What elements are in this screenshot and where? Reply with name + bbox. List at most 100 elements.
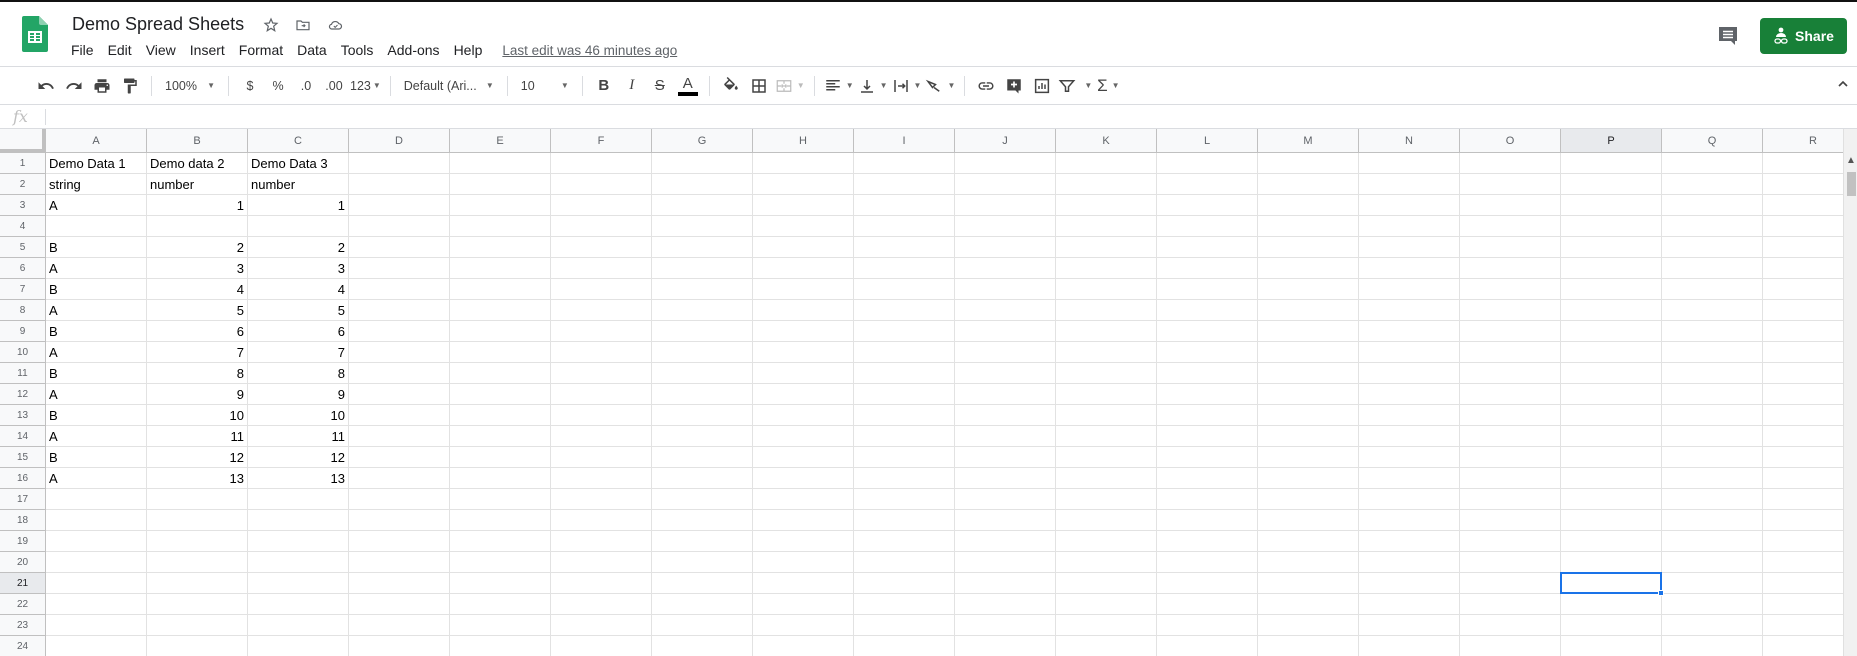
column-header-d[interactable]: D bbox=[349, 129, 450, 153]
cell-n4[interactable] bbox=[1359, 216, 1460, 237]
format-percent-button[interactable]: % bbox=[266, 72, 290, 100]
row-header-2[interactable]: 2 bbox=[0, 174, 46, 195]
cell-h4[interactable] bbox=[753, 216, 854, 237]
cell-q3[interactable] bbox=[1662, 195, 1763, 216]
cell-l15[interactable] bbox=[1157, 447, 1258, 468]
cell-q21[interactable] bbox=[1662, 573, 1763, 594]
cell-o17[interactable] bbox=[1460, 489, 1561, 510]
cell-f3[interactable] bbox=[551, 195, 652, 216]
cell-b23[interactable] bbox=[147, 615, 248, 636]
cell-j16[interactable] bbox=[955, 468, 1056, 489]
cell-c18[interactable] bbox=[248, 510, 349, 531]
row-header-3[interactable]: 3 bbox=[0, 195, 46, 216]
cell-i4[interactable] bbox=[854, 216, 955, 237]
cell-e11[interactable] bbox=[450, 363, 551, 384]
cell-k8[interactable] bbox=[1056, 300, 1157, 321]
cell-n9[interactable] bbox=[1359, 321, 1460, 342]
cell-p15[interactable] bbox=[1561, 447, 1662, 468]
cell-h3[interactable] bbox=[753, 195, 854, 216]
row-header-5[interactable]: 5 bbox=[0, 237, 46, 258]
cell-a16[interactable]: A bbox=[46, 468, 147, 489]
cell-j1[interactable] bbox=[955, 153, 1056, 174]
cell-l4[interactable] bbox=[1157, 216, 1258, 237]
cell-g5[interactable] bbox=[652, 237, 753, 258]
cell-m14[interactable] bbox=[1258, 426, 1359, 447]
cell-m22[interactable] bbox=[1258, 594, 1359, 615]
cell-d23[interactable] bbox=[349, 615, 450, 636]
cell-o21[interactable] bbox=[1460, 573, 1561, 594]
cell-h20[interactable] bbox=[753, 552, 854, 573]
menu-data[interactable]: Data bbox=[290, 40, 334, 60]
cell-i6[interactable] bbox=[854, 258, 955, 279]
row-header-15[interactable]: 15 bbox=[0, 447, 46, 468]
column-header-n[interactable]: N bbox=[1359, 129, 1460, 153]
cell-p5[interactable] bbox=[1561, 237, 1662, 258]
cell-d14[interactable] bbox=[349, 426, 450, 447]
cell-j7[interactable] bbox=[955, 279, 1056, 300]
cell-q6[interactable] bbox=[1662, 258, 1763, 279]
cell-n7[interactable] bbox=[1359, 279, 1460, 300]
cell-i1[interactable] bbox=[854, 153, 955, 174]
cell-o2[interactable] bbox=[1460, 174, 1561, 195]
cell-d24[interactable] bbox=[349, 636, 450, 656]
cell-d2[interactable] bbox=[349, 174, 450, 195]
cell-b15[interactable]: 12 bbox=[147, 447, 248, 468]
cell-g17[interactable] bbox=[652, 489, 753, 510]
cell-n2[interactable] bbox=[1359, 174, 1460, 195]
cell-a8[interactable]: A bbox=[46, 300, 147, 321]
cell-b7[interactable]: 4 bbox=[147, 279, 248, 300]
cell-n10[interactable] bbox=[1359, 342, 1460, 363]
cell-b17[interactable] bbox=[147, 489, 248, 510]
cell-j4[interactable] bbox=[955, 216, 1056, 237]
strikethrough-button[interactable]: S bbox=[648, 72, 672, 100]
cell-a5[interactable]: B bbox=[46, 237, 147, 258]
cell-c14[interactable]: 11 bbox=[248, 426, 349, 447]
column-header-k[interactable]: K bbox=[1056, 129, 1157, 153]
cell-k23[interactable] bbox=[1056, 615, 1157, 636]
cell-n20[interactable] bbox=[1359, 552, 1460, 573]
cell-h16[interactable] bbox=[753, 468, 854, 489]
cell-b4[interactable] bbox=[147, 216, 248, 237]
cell-c23[interactable] bbox=[248, 615, 349, 636]
cell-d16[interactable] bbox=[349, 468, 450, 489]
cell-d22[interactable] bbox=[349, 594, 450, 615]
cell-p20[interactable] bbox=[1561, 552, 1662, 573]
cell-j5[interactable] bbox=[955, 237, 1056, 258]
menu-file[interactable]: File bbox=[64, 40, 101, 60]
cell-l1[interactable] bbox=[1157, 153, 1258, 174]
cell-l2[interactable] bbox=[1157, 174, 1258, 195]
cell-q24[interactable] bbox=[1662, 636, 1763, 656]
cell-c1[interactable]: Demo Data 3 bbox=[248, 153, 349, 174]
cell-q23[interactable] bbox=[1662, 615, 1763, 636]
cell-b20[interactable] bbox=[147, 552, 248, 573]
cell-d6[interactable] bbox=[349, 258, 450, 279]
cell-e19[interactable] bbox=[450, 531, 551, 552]
cell-p24[interactable] bbox=[1561, 636, 1662, 656]
cell-d17[interactable] bbox=[349, 489, 450, 510]
row-header-24[interactable]: 24 bbox=[0, 636, 46, 656]
cell-j12[interactable] bbox=[955, 384, 1056, 405]
cell-h5[interactable] bbox=[753, 237, 854, 258]
row-header-14[interactable]: 14 bbox=[0, 426, 46, 447]
cell-q20[interactable] bbox=[1662, 552, 1763, 573]
cell-k2[interactable] bbox=[1056, 174, 1157, 195]
row-header-8[interactable]: 8 bbox=[0, 300, 46, 321]
cell-m11[interactable] bbox=[1258, 363, 1359, 384]
fill-color-button[interactable] bbox=[719, 72, 743, 100]
row-header-16[interactable]: 16 bbox=[0, 468, 46, 489]
decrease-decimal-button[interactable]: .0 bbox=[294, 72, 318, 100]
cell-a20[interactable] bbox=[46, 552, 147, 573]
cell-i11[interactable] bbox=[854, 363, 955, 384]
cell-q17[interactable] bbox=[1662, 489, 1763, 510]
cell-m6[interactable] bbox=[1258, 258, 1359, 279]
cell-j2[interactable] bbox=[955, 174, 1056, 195]
cell-f19[interactable] bbox=[551, 531, 652, 552]
cell-h13[interactable] bbox=[753, 405, 854, 426]
cell-e17[interactable] bbox=[450, 489, 551, 510]
filter-button[interactable]: ▼ bbox=[1058, 72, 1092, 100]
cell-e7[interactable] bbox=[450, 279, 551, 300]
cell-e23[interactable] bbox=[450, 615, 551, 636]
cell-g6[interactable] bbox=[652, 258, 753, 279]
cell-d21[interactable] bbox=[349, 573, 450, 594]
insert-chart-button[interactable] bbox=[1030, 72, 1054, 100]
